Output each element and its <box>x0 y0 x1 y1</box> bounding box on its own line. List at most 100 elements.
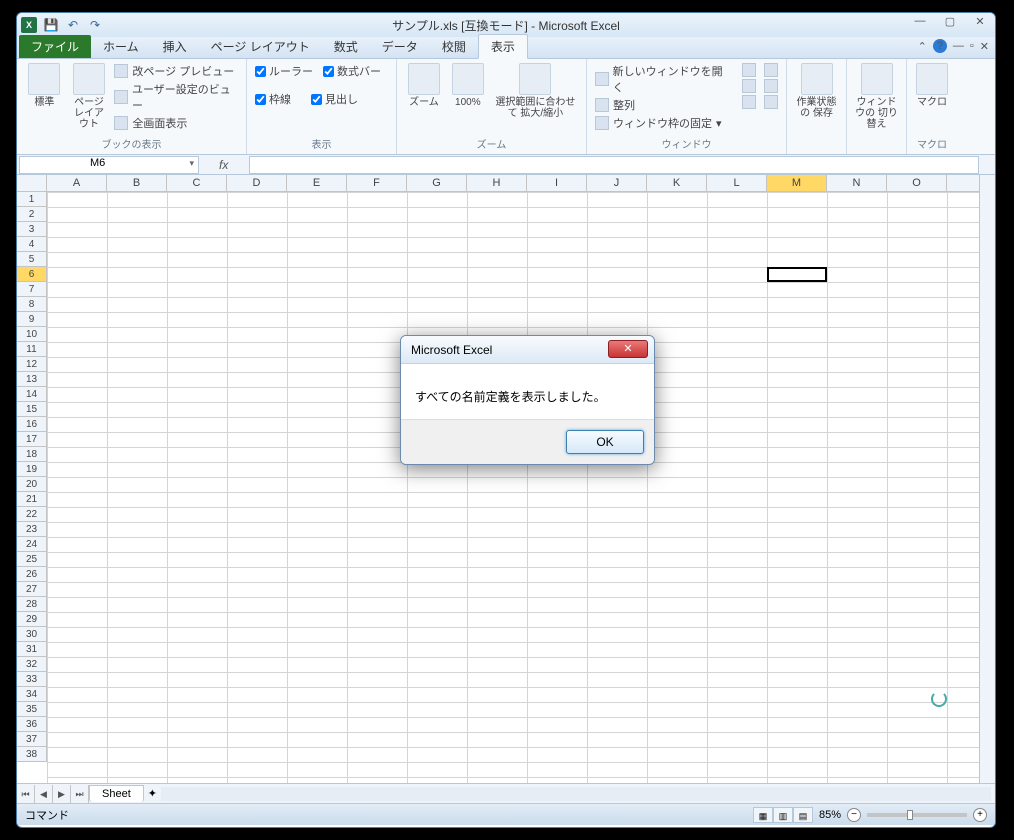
maximize-icon[interactable]: ▢ <box>941 15 959 29</box>
row-header[interactable]: 35 <box>17 702 46 717</box>
row-header[interactable]: 28 <box>17 597 46 612</box>
column-header[interactable]: L <box>707 175 767 191</box>
row-header[interactable]: 27 <box>17 582 46 597</box>
formula-bar[interactable] <box>249 156 979 174</box>
tab-formulas[interactable]: 数式 <box>322 35 370 58</box>
btn-zoom[interactable]: ズーム <box>405 63 443 108</box>
row-header[interactable]: 22 <box>17 507 46 522</box>
row-header[interactable]: 32 <box>17 657 46 672</box>
column-header[interactable]: K <box>647 175 707 191</box>
fx-icon[interactable]: fx <box>219 158 249 172</box>
row-header[interactable]: 9 <box>17 312 46 327</box>
row-header[interactable]: 23 <box>17 522 46 537</box>
row-header[interactable]: 13 <box>17 372 46 387</box>
column-header[interactable]: I <box>527 175 587 191</box>
row-header[interactable]: 20 <box>17 477 46 492</box>
row-header[interactable]: 10 <box>17 327 46 342</box>
row-header[interactable]: 16 <box>17 417 46 432</box>
select-all-corner[interactable] <box>17 175 47 192</box>
row-header[interactable]: 5 <box>17 252 46 267</box>
minimize-icon[interactable]: — <box>911 15 929 29</box>
column-header[interactable]: C <box>167 175 227 191</box>
row-header[interactable]: 14 <box>17 387 46 402</box>
column-header[interactable]: B <box>107 175 167 191</box>
btn-normal-view[interactable]: 標準 <box>25 63 64 108</box>
row-header[interactable]: 6 <box>17 267 46 282</box>
row-header[interactable]: 26 <box>17 567 46 582</box>
chk-headings[interactable]: 見出し <box>311 91 358 107</box>
view-page-break-icon[interactable]: ▤ <box>793 807 813 823</box>
cells-area[interactable] <box>47 192 979 783</box>
view-page-layout-icon[interactable]: ▥ <box>773 807 793 823</box>
row-header[interactable]: 15 <box>17 402 46 417</box>
zoom-level[interactable]: 85% <box>819 809 841 821</box>
row-header[interactable]: 3 <box>17 222 46 237</box>
min-icon[interactable]: — <box>953 40 964 52</box>
btn-page-layout-view[interactable]: ページ レイアウト <box>70 63 109 130</box>
dialog-close-button[interactable]: ✕ <box>608 340 648 358</box>
btn-unhide[interactable] <box>742 95 756 109</box>
new-sheet-icon[interactable]: ✦ <box>148 787 157 800</box>
sheet-nav-last-icon[interactable]: ⏭ <box>71 785 89 803</box>
zoom-slider[interactable] <box>867 813 967 817</box>
btn-page-break-preview[interactable]: 改ページ プレビュー <box>114 63 238 79</box>
close-workbook-icon[interactable]: ✕ <box>980 40 989 53</box>
column-header[interactable]: O <box>887 175 947 191</box>
btn-split[interactable] <box>742 63 756 77</box>
row-header[interactable]: 31 <box>17 642 46 657</box>
btn-macros[interactable]: マクロ <box>915 63 949 108</box>
tab-home[interactable]: ホーム <box>91 35 151 58</box>
column-header[interactable]: E <box>287 175 347 191</box>
minimize-ribbon-icon[interactable]: ⌃ <box>918 40 927 53</box>
restore-icon[interactable]: ▫ <box>970 40 974 52</box>
row-header[interactable]: 25 <box>17 552 46 567</box>
btn-full-screen[interactable]: 全画面表示 <box>114 115 238 131</box>
btn-custom-views[interactable]: ユーザー設定のビュー <box>114 81 238 113</box>
sheet-nav-first-icon[interactable]: ⏮ <box>17 785 35 803</box>
horizontal-scrollbar[interactable] <box>161 787 991 801</box>
tab-insert[interactable]: 挿入 <box>151 35 199 58</box>
row-header[interactable]: 29 <box>17 612 46 627</box>
column-header[interactable]: F <box>347 175 407 191</box>
btn-sync-scroll[interactable] <box>764 79 778 93</box>
row-header[interactable]: 17 <box>17 432 46 447</box>
redo-icon[interactable]: ↷ <box>87 17 103 33</box>
zoom-out-button[interactable]: − <box>847 808 861 822</box>
row-header[interactable]: 34 <box>17 687 46 702</box>
row-header[interactable]: 30 <box>17 627 46 642</box>
row-header[interactable]: 37 <box>17 732 46 747</box>
row-header[interactable]: 4 <box>17 237 46 252</box>
sheet-nav-next-icon[interactable]: ▶ <box>53 785 71 803</box>
column-header[interactable]: M <box>767 175 827 191</box>
btn-freeze-panes[interactable]: ウィンドウ枠の固定 ▾ <box>595 115 730 131</box>
tab-page-layout[interactable]: ページ レイアウト <box>199 35 322 58</box>
zoom-in-button[interactable]: + <box>973 808 987 822</box>
chk-ruler[interactable]: ルーラー <box>255 63 313 79</box>
btn-save-workspace[interactable]: 作業状態の 保存 <box>795 63 838 119</box>
row-header[interactable]: 1 <box>17 192 46 207</box>
row-header[interactable]: 2 <box>17 207 46 222</box>
row-header[interactable]: 36 <box>17 717 46 732</box>
row-header[interactable]: 8 <box>17 297 46 312</box>
row-header[interactable]: 19 <box>17 462 46 477</box>
chk-gridlines[interactable]: 枠線 <box>255 91 291 107</box>
column-header[interactable]: D <box>227 175 287 191</box>
row-header[interactable]: 38 <box>17 747 46 762</box>
btn-switch-windows[interactable]: ウィンドウの 切り替え <box>855 63 898 130</box>
row-header[interactable]: 12 <box>17 357 46 372</box>
btn-side-by-side[interactable] <box>764 63 778 77</box>
vertical-scrollbar[interactable] <box>979 175 995 783</box>
column-header[interactable]: H <box>467 175 527 191</box>
row-header[interactable]: 33 <box>17 672 46 687</box>
row-header[interactable]: 11 <box>17 342 46 357</box>
tab-view[interactable]: 表示 <box>478 34 528 59</box>
btn-hide[interactable] <box>742 79 756 93</box>
name-box[interactable]: M6 <box>19 156 199 174</box>
close-icon[interactable]: ✕ <box>971 15 989 29</box>
tab-file[interactable]: ファイル <box>19 35 91 58</box>
chk-formula-bar[interactable]: 数式バー <box>323 63 381 79</box>
dialog-ok-button[interactable]: OK <box>566 430 644 454</box>
active-cell[interactable] <box>767 267 827 282</box>
row-header[interactable]: 24 <box>17 537 46 552</box>
sheet-nav-prev-icon[interactable]: ◀ <box>35 785 53 803</box>
